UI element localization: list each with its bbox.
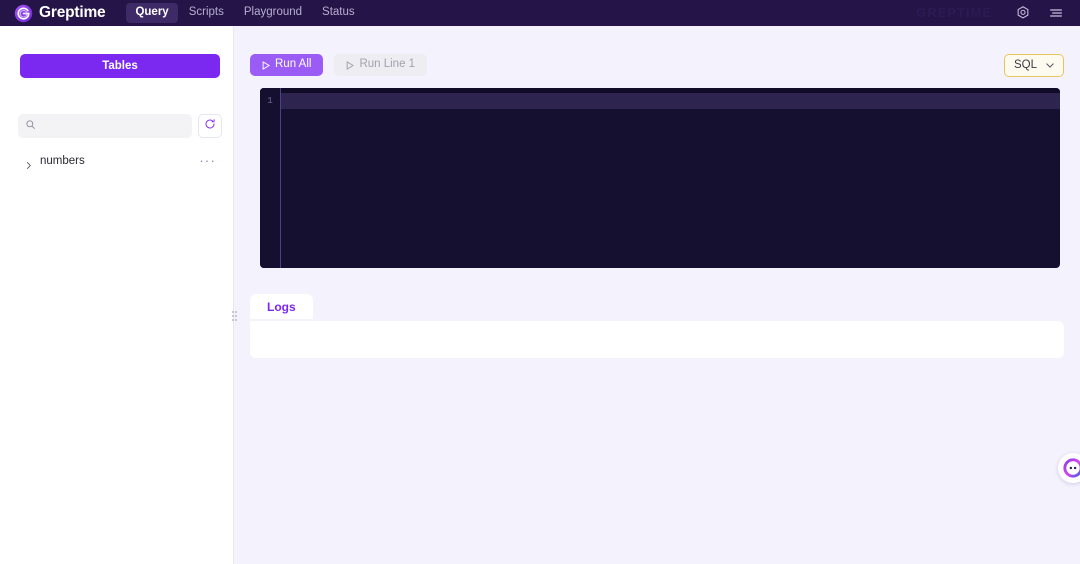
chevron-down-icon xyxy=(1046,62,1054,68)
search-box[interactable] xyxy=(18,114,192,138)
editor-code-text xyxy=(281,93,1060,109)
language-select[interactable]: SQL xyxy=(1003,53,1064,77)
sql-editor[interactable]: 1 xyxy=(260,88,1060,268)
nav-item-scripts[interactable]: Scripts xyxy=(180,3,233,23)
play-triangle-icon xyxy=(262,60,270,70)
refresh-button[interactable] xyxy=(198,114,222,138)
run-line-button[interactable]: Run Line 1 xyxy=(334,54,428,76)
header-watermark: GREPTIME xyxy=(916,5,992,20)
grip-dots-icon xyxy=(232,310,237,321)
app-header: GREPTIME Greptime Query Scripts Playgrou… xyxy=(0,0,1080,26)
sidebar: Tables numbers ··· xyxy=(0,26,234,564)
editor-line-number: 1 xyxy=(267,95,273,106)
tables-button[interactable]: Tables xyxy=(20,54,220,78)
hamburger-menu-icon[interactable] xyxy=(1048,5,1064,21)
logs-tabbar: Logs xyxy=(250,294,313,319)
logs-body xyxy=(250,321,1064,358)
table-list: numbers ··· xyxy=(0,150,234,172)
nav-item-query[interactable]: Query xyxy=(126,3,178,23)
tab-logs[interactable]: Logs xyxy=(250,294,313,319)
nav-item-status[interactable]: Status xyxy=(313,3,364,23)
play-triangle-icon xyxy=(346,60,355,70)
query-toolbar: Run All Run Line 1 SQL xyxy=(250,52,1064,78)
panel-splitter-handle[interactable] xyxy=(232,310,237,324)
refresh-icon xyxy=(204,117,216,135)
chevron-right-icon[interactable] xyxy=(24,157,33,169)
search-icon xyxy=(25,117,36,135)
table-row-more-button[interactable]: ··· xyxy=(199,154,216,167)
chat-support-button[interactable] xyxy=(1058,453,1080,483)
search-input[interactable] xyxy=(41,120,185,132)
table-name-label: numbers xyxy=(40,155,85,167)
nav-item-playground[interactable]: Playground xyxy=(235,3,311,23)
header-actions xyxy=(1015,5,1064,21)
editor-code-area[interactable] xyxy=(280,88,1060,268)
editor-gutter: 1 xyxy=(260,88,280,268)
run-line-label: Run Line 1 xyxy=(359,58,416,71)
greptime-spiral-logo-icon xyxy=(14,4,33,23)
main-nav: Query Scripts Playground Status xyxy=(126,3,363,23)
chat-support-face-icon xyxy=(1062,457,1080,479)
run-all-label: Run All xyxy=(275,58,312,71)
main-content: Run All Run Line 1 SQL 1 Logs xyxy=(234,26,1080,564)
brand-logo[interactable]: Greptime xyxy=(14,4,106,23)
brand-name: Greptime xyxy=(39,4,106,22)
table-list-item-numbers[interactable]: numbers ··· xyxy=(0,150,234,172)
run-all-button[interactable]: Run All xyxy=(250,54,324,76)
sidebar-search-row xyxy=(18,114,222,138)
language-select-value: SQL xyxy=(1013,59,1037,71)
settings-gear-icon[interactable] xyxy=(1015,5,1031,21)
